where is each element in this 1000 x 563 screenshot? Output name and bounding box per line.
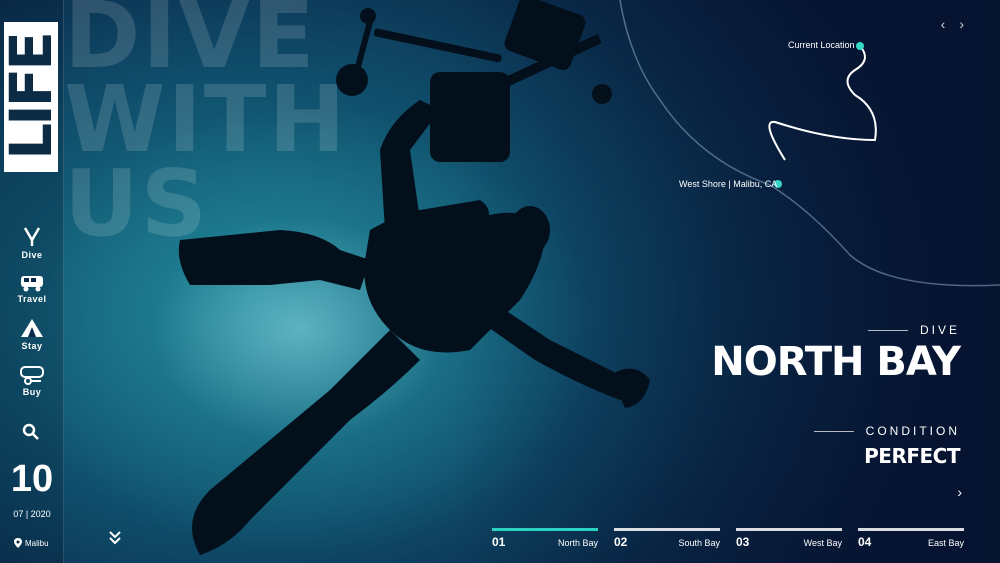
dive-icon <box>23 227 41 246</box>
van-icon <box>21 276 43 292</box>
next-arrow[interactable]: › <box>957 484 962 500</box>
tent-icon <box>21 319 43 337</box>
dive-site-title: NORTH BAY <box>711 339 961 385</box>
mask-icon <box>20 366 44 385</box>
search-button[interactable] <box>22 423 40 446</box>
sidebar-item-label: Buy <box>22 387 42 397</box>
dive-info: DIVE NORTH BAY <box>711 323 961 385</box>
dive-label-row: DIVE <box>711 323 960 337</box>
sidebar-item-buy[interactable]: Buy <box>0 365 64 397</box>
tab-west-bay[interactable]: 03 West Bay <box>736 528 842 549</box>
sidebar-item-stay[interactable]: Stay <box>0 317 64 351</box>
location-label: Malibu <box>25 538 49 548</box>
tab-number: 03 <box>736 535 750 549</box>
sidebar: LIFE Dive Travel Stay Buy 10 07 | 2020 M… <box>0 0 65 563</box>
start-location-label: West Shore | Malibu, CA <box>679 179 778 189</box>
double-chevron-down-icon <box>109 531 121 545</box>
current-location-label: Current Location <box>788 40 855 50</box>
tab-number: 01 <box>492 535 506 549</box>
scroll-down-button[interactable] <box>108 530 122 551</box>
tab-east-bay[interactable]: 04 East Bay <box>858 528 964 549</box>
tab-north-bay[interactable]: 01 North Bay <box>492 528 598 549</box>
sidebar-item-label: Travel <box>17 294 47 304</box>
tab-number: 04 <box>858 535 872 549</box>
pin-icon <box>14 538 22 548</box>
bay-tabs: 01 North Bay 02 South Bay 03 West Bay 04… <box>492 528 964 549</box>
location: Malibu <box>14 538 49 548</box>
condition-label-row: CONDITION <box>813 424 960 438</box>
divider-line <box>867 329 908 331</box>
prev-arrow[interactable]: ‹ <box>941 16 946 32</box>
tab-number: 02 <box>614 535 628 549</box>
sidebar-item-dive[interactable]: Dive <box>0 226 64 260</box>
divider-line <box>813 430 854 432</box>
brand-logo[interactable]: LIFE <box>0 22 65 172</box>
search-icon <box>22 423 39 440</box>
date-month-year: 07 | 2020 <box>13 509 51 519</box>
condition-label: CONDITION <box>865 424 960 438</box>
tab-name: East Bay <box>927 538 964 548</box>
next-arrow-top[interactable]: › <box>959 16 964 32</box>
sidebar-item-label: Dive <box>21 250 43 260</box>
dive-label: DIVE <box>919 323 960 337</box>
condition-info: CONDITION PERFECT <box>813 424 961 468</box>
date-day: 10 <box>10 458 54 500</box>
logo-text: LIFE <box>0 34 65 160</box>
tab-name: North Bay <box>557 538 598 548</box>
tab-name: South Bay <box>678 538 720 548</box>
current-location-dot <box>856 42 864 50</box>
sidebar-item-label: Stay <box>21 341 43 351</box>
tab-south-bay[interactable]: 02 South Bay <box>614 528 720 549</box>
tab-name: West Bay <box>803 538 842 548</box>
sidebar-item-travel[interactable]: Travel <box>0 274 64 304</box>
top-nav-arrows: ‹ › <box>941 16 964 32</box>
condition-value: PERFECT <box>864 444 960 468</box>
